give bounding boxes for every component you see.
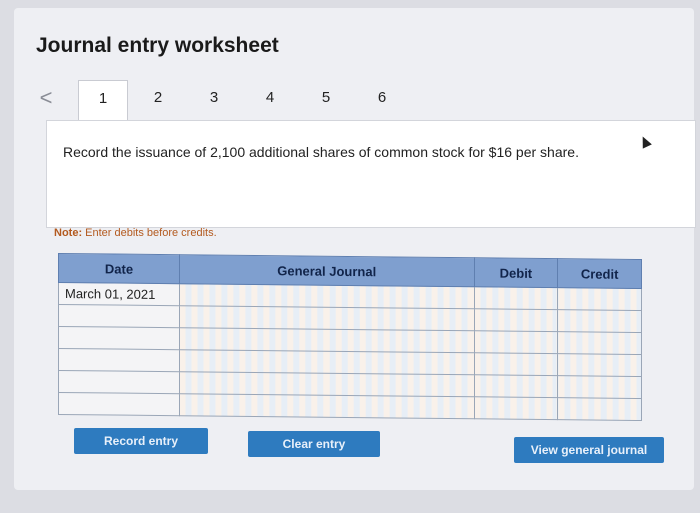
column-header-debit: Debit [474,257,558,288]
credit-input[interactable] [557,375,642,399]
date-cell[interactable] [58,392,180,416]
credit-input[interactable] [557,309,642,333]
chevron-left-icon[interactable]: < [36,86,56,110]
account-input[interactable] [179,283,475,309]
date-cell[interactable] [58,370,180,394]
journal-table: Date General Journal Debit Credit March … [58,253,642,421]
account-input[interactable] [179,305,475,331]
account-input[interactable] [179,349,475,375]
tab-6[interactable]: 6 [358,80,406,116]
page-title: Journal entry worksheet [36,34,279,57]
account-input[interactable] [179,393,475,419]
question-box: Record the issuance of 2,100 additional … [46,120,696,228]
column-header-credit: Credit [557,258,642,289]
tab-2[interactable]: 2 [134,80,182,116]
debit-input[interactable] [474,330,558,354]
record-entry-button[interactable]: Record entry [74,428,208,454]
debit-input[interactable] [474,352,558,376]
debit-input[interactable] [474,308,558,332]
question-text: Record the issuance of 2,100 additional … [63,144,579,160]
account-input[interactable] [179,371,475,397]
column-header-general-journal: General Journal [179,254,475,287]
date-cell[interactable] [58,348,180,372]
account-input[interactable] [179,327,475,353]
column-header-date: Date [58,253,180,284]
credit-input[interactable] [557,397,642,421]
credit-input[interactable] [557,287,642,311]
clear-entry-button[interactable]: Clear entry [248,431,380,457]
tab-1[interactable]: 1 [78,80,128,121]
debit-input[interactable] [474,286,558,310]
debit-input[interactable] [474,374,558,398]
tab-bar: < 1 2 3 4 5 6 [36,80,426,121]
tab-3[interactable]: 3 [190,80,238,116]
tab-5[interactable]: 5 [302,80,350,116]
date-cell[interactable] [58,326,180,350]
debit-input[interactable] [474,396,558,420]
note: Note: Enter debits before credits. [54,227,217,239]
note-label: Note: [54,227,83,239]
date-cell[interactable]: March 01, 2021 [58,282,180,306]
note-text: Enter debits before credits. [82,227,217,239]
credit-input[interactable] [557,353,642,377]
date-cell[interactable] [58,304,180,328]
credit-input[interactable] [557,331,642,355]
tab-4[interactable]: 4 [246,80,294,116]
view-general-journal-button[interactable]: View general journal [514,437,664,463]
